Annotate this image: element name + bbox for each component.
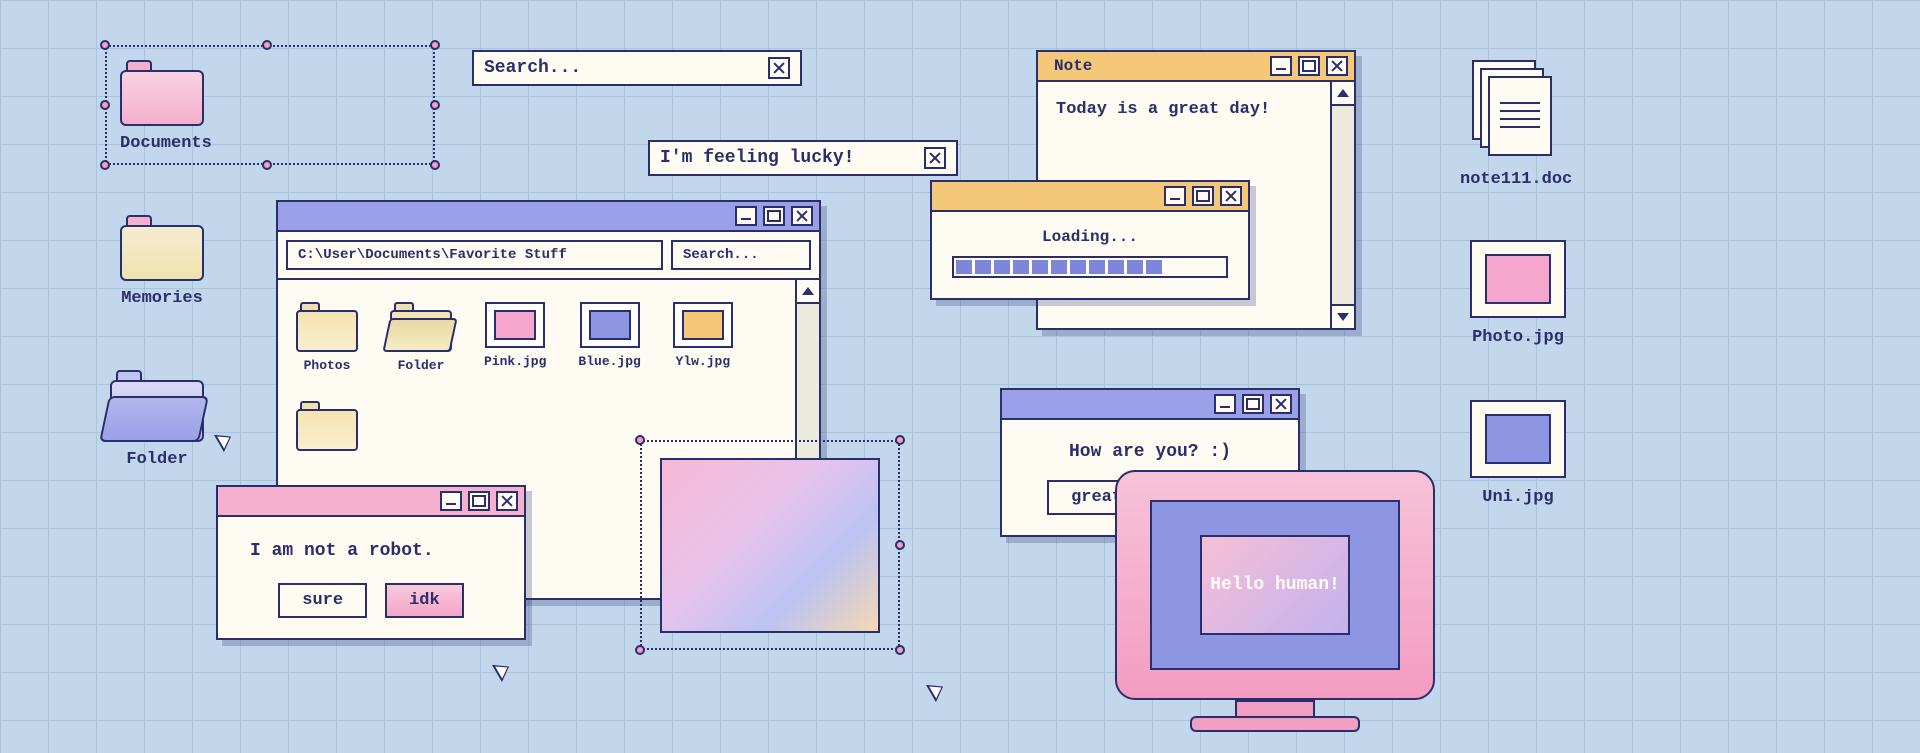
close-button[interactable] <box>496 491 518 511</box>
search-input[interactable]: Search... <box>472 50 802 86</box>
file-label: Photo.jpg <box>1470 328 1566 347</box>
maximize-button[interactable] <box>1242 394 1264 414</box>
path-text: C:\User\Documents\Favorite Stuff <box>298 247 567 263</box>
desktop-icon-label: Memories <box>120 289 204 308</box>
minimize-button[interactable] <box>1214 394 1236 414</box>
close-button[interactable] <box>1220 186 1242 206</box>
explorer-item-ylw[interactable]: Ylw.jpg <box>673 302 733 373</box>
explorer-item-label: Pink.jpg <box>484 354 546 369</box>
explorer-item-blue[interactable]: Blue.jpg <box>578 302 640 373</box>
minimize-button[interactable] <box>440 491 462 511</box>
scroll-up-button[interactable] <box>797 280 819 304</box>
desktop-icon-label: Documents <box>120 134 212 153</box>
retro-monitor: Hello human! <box>1115 470 1435 732</box>
gradient-image[interactable] <box>660 458 880 633</box>
explorer-item-label: Folder <box>398 358 445 373</box>
close-button[interactable] <box>1326 56 1348 76</box>
monitor-greeting: Hello human! <box>1210 575 1340 595</box>
close-button[interactable] <box>1270 394 1292 414</box>
scroll-down-button[interactable] <box>1332 304 1354 328</box>
clear-lucky-button[interactable] <box>924 147 946 169</box>
loading-label: Loading... <box>952 228 1228 246</box>
desktop-icon-memories[interactable]: Memories <box>120 215 204 308</box>
file-label: note111.doc <box>1460 170 1570 189</box>
maximize-button[interactable] <box>1192 186 1214 206</box>
minimize-button[interactable] <box>735 206 757 226</box>
search-placeholder: Search... <box>484 58 581 78</box>
scroll-up-button[interactable] <box>1332 82 1354 106</box>
desktop-icon-documents[interactable]: Documents <box>120 60 212 153</box>
file-note-doc[interactable]: note111.doc <box>1460 60 1570 189</box>
file-uni[interactable]: Uni.jpg <box>1470 400 1566 507</box>
sure-button[interactable]: sure <box>278 583 367 618</box>
desktop-icon-folder-open[interactable]: Folder <box>110 370 204 469</box>
loading-progress <box>952 256 1228 278</box>
minimize-button[interactable] <box>1270 56 1292 76</box>
cursor-icon <box>492 658 514 682</box>
explorer-item-photos[interactable]: Photos <box>296 302 358 373</box>
desktop-icon-label: Folder <box>110 450 204 469</box>
file-label: Uni.jpg <box>1470 488 1566 507</box>
explorer-item-label: Blue.jpg <box>578 354 640 369</box>
file-photo[interactable]: Photo.jpg <box>1470 240 1566 347</box>
idk-button[interactable]: idk <box>385 583 464 618</box>
maximize-button[interactable] <box>468 491 490 511</box>
explorer-item-pink[interactable]: Pink.jpg <box>484 302 546 373</box>
lucky-bar[interactable]: I'm feeling lucky! <box>648 140 958 176</box>
explorer-item-label: Photos <box>304 358 351 373</box>
cursor-icon <box>926 678 948 702</box>
minimize-button[interactable] <box>1164 186 1186 206</box>
mood-question: How are you? :) <box>1020 442 1280 462</box>
explorer-search-input[interactable]: Search... <box>671 240 811 270</box>
maximize-button[interactable] <box>763 206 785 226</box>
explorer-item-folder[interactable]: Folder <box>390 302 452 373</box>
explorer-item-label: Ylw.jpg <box>676 354 731 369</box>
explorer-search-placeholder: Search... <box>683 247 759 263</box>
cursor-icon <box>214 428 236 452</box>
lucky-text: I'm feeling lucky! <box>660 148 854 168</box>
maximize-button[interactable] <box>1298 56 1320 76</box>
clear-search-button[interactable] <box>768 57 790 79</box>
robot-message: I am not a robot. <box>238 541 504 561</box>
loading-dialog[interactable]: Loading... <box>930 180 1250 300</box>
note-scrollbar[interactable] <box>1330 82 1354 328</box>
robot-dialog[interactable]: I am not a robot. sure idk <box>216 485 526 640</box>
note-title: Note <box>1044 57 1092 75</box>
close-button[interactable] <box>791 206 813 226</box>
path-input[interactable]: C:\User\Documents\Favorite Stuff <box>286 240 663 270</box>
